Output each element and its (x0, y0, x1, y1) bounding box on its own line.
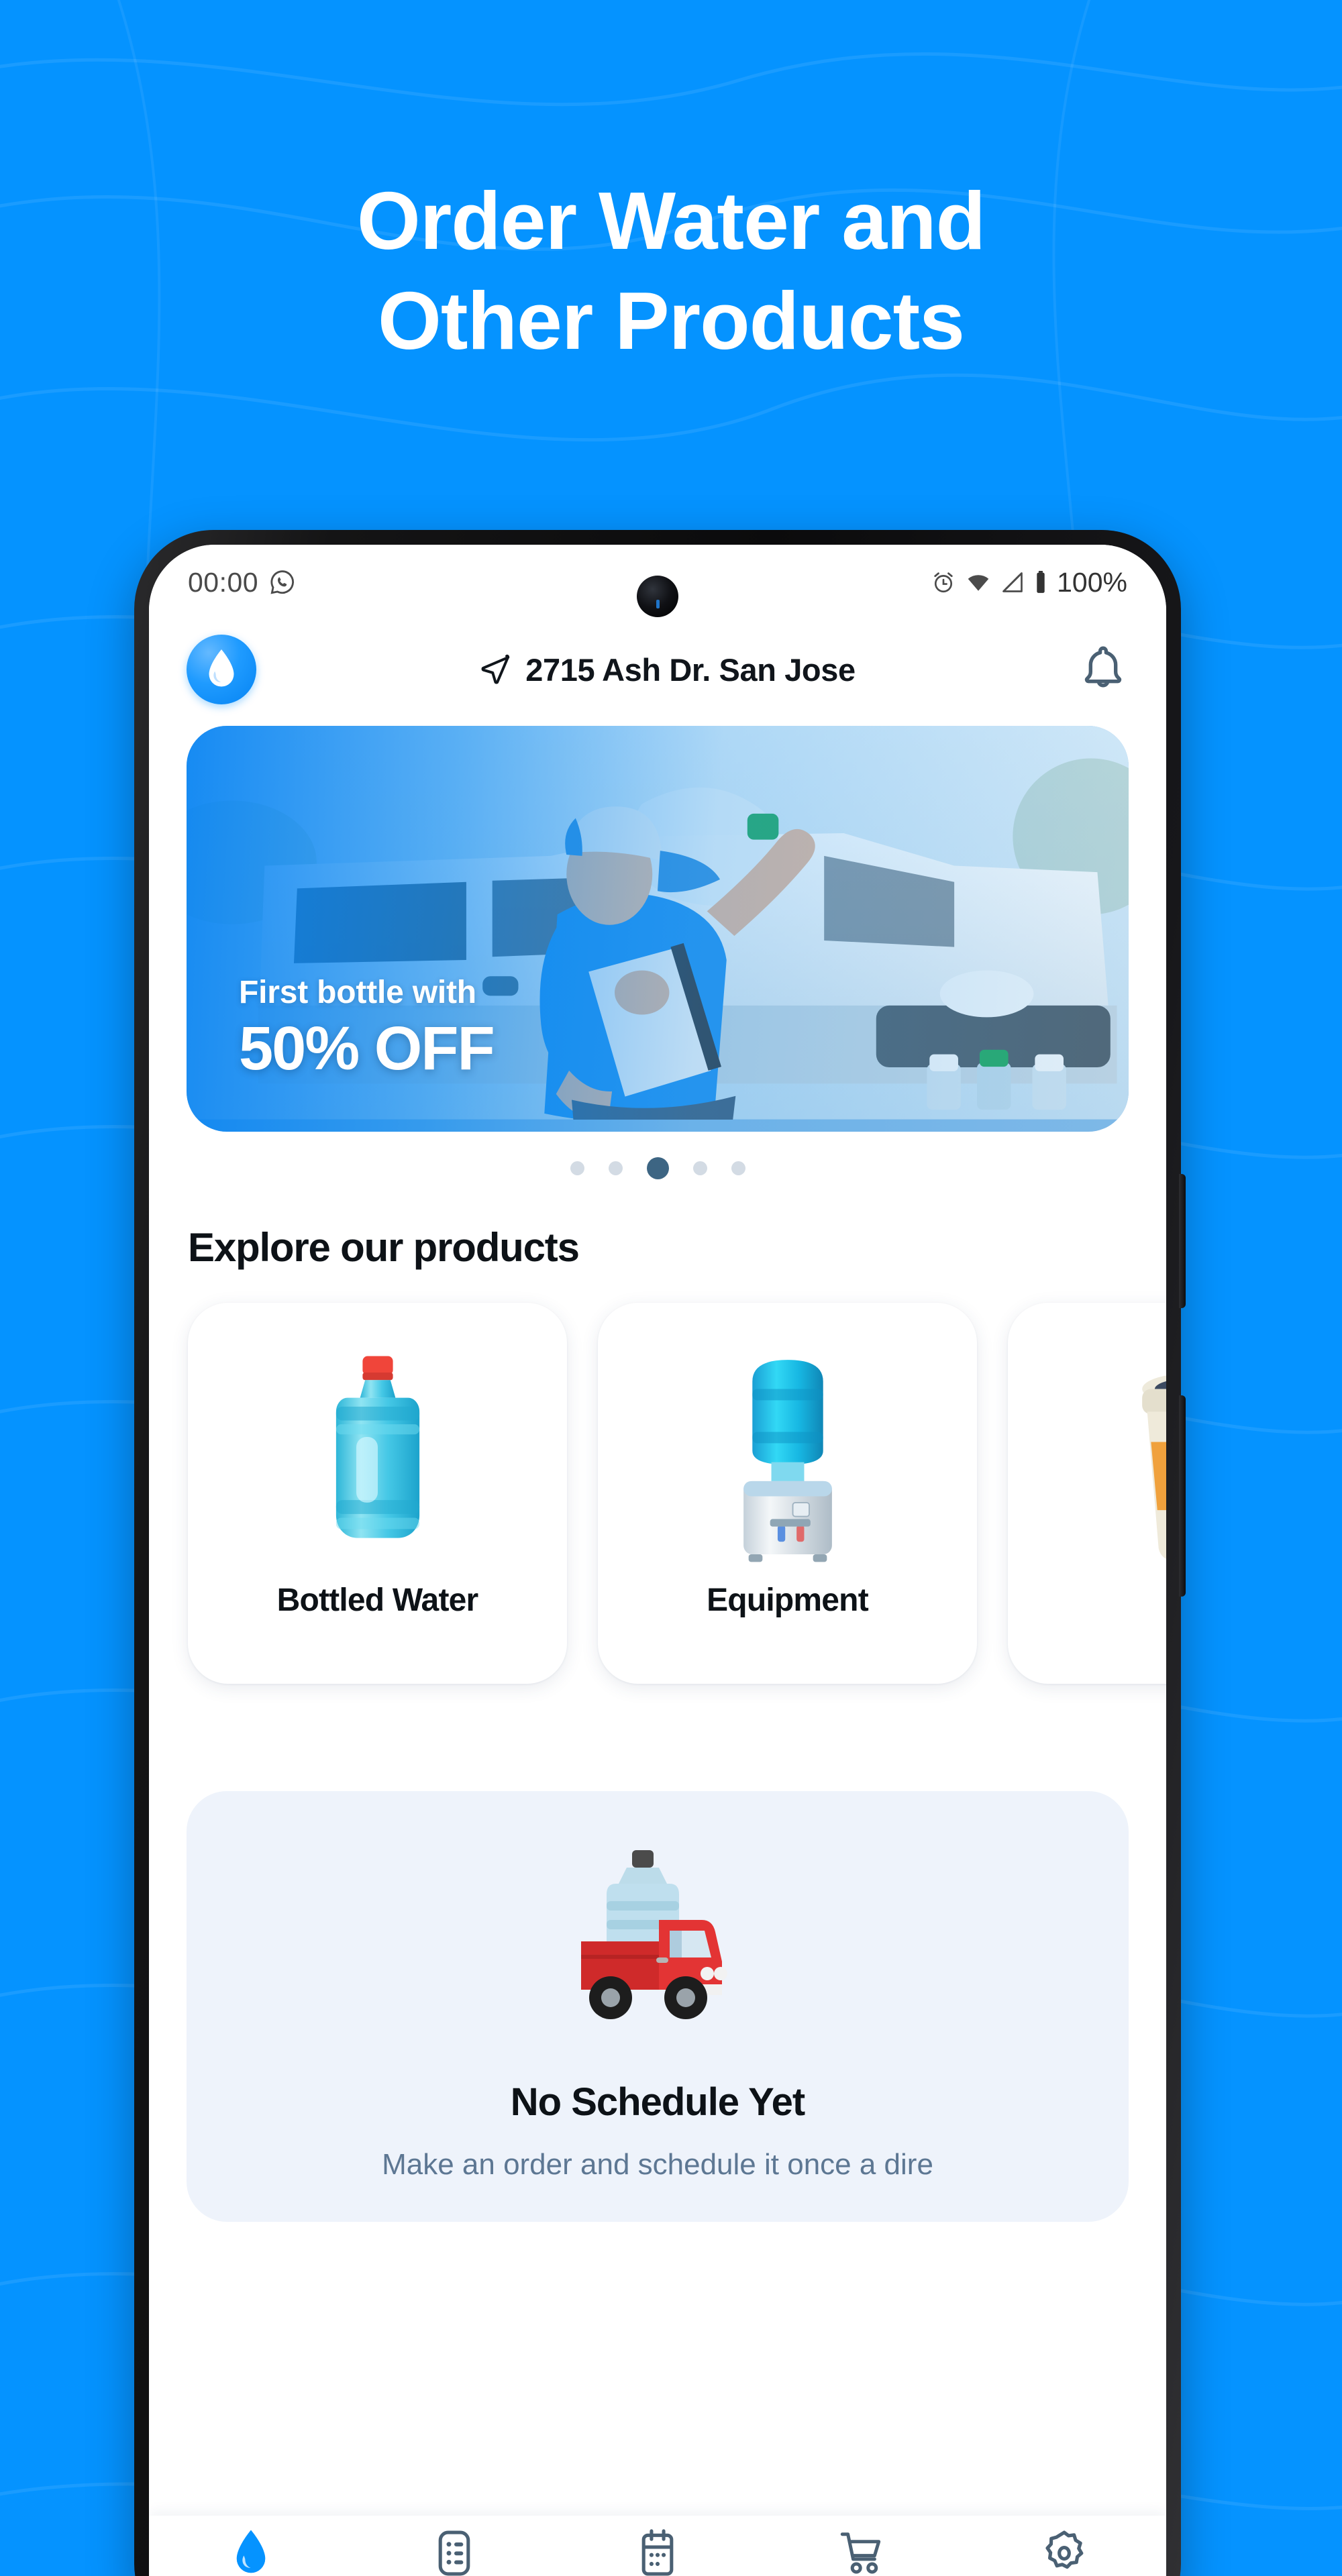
status-bar-left: 00:00 (188, 567, 296, 598)
banner-copy: First bottle with 50% OFF (239, 974, 495, 1083)
phone-device-frame: 00:00 100% 2715 Ash Dr. San Jose First b… (134, 530, 1186, 2576)
bottom-navigation-bar[interactable]: Explore Orders (149, 2516, 1166, 2576)
whatsapp-icon (270, 570, 295, 594)
status-bar-right: 100% (931, 567, 1127, 598)
product-label: Equipment (707, 1582, 869, 1618)
water-drop-logo-icon (209, 649, 234, 687)
product-card-drinks[interactable]: D (1008, 1303, 1166, 1684)
promo-banner-carousel[interactable]: First bottle with 50% OFF (187, 726, 1129, 1132)
promo-headline: Order Water and Other Products (0, 171, 1342, 371)
carousel-dot[interactable] (608, 1161, 623, 1175)
nav-item-cart[interactable]: Cart (760, 2528, 963, 2576)
products-section-title: Explore our products (188, 1225, 580, 1270)
promo-background: Order Water and Other Products 00:00 100… (0, 0, 1342, 2576)
navigation-arrow-icon (481, 654, 510, 684)
product-label: Bottled Water (276, 1582, 479, 1618)
water-dispenser-icon (743, 1360, 832, 1562)
carousel-dot[interactable] (692, 1161, 707, 1175)
coffee-cup-icon (1141, 1375, 1166, 1560)
delivery-address-selector[interactable]: 2715 Ash Dr. San Jose (271, 651, 1063, 688)
wifi-icon (968, 575, 989, 591)
nav-item-schedule[interactable]: Schedule (556, 2528, 759, 2576)
carousel-dot[interactable] (731, 1161, 745, 1175)
battery-icon (1037, 571, 1045, 593)
product-art (1008, 1338, 1166, 1579)
status-time: 00:00 (188, 566, 259, 598)
signal-icon (1002, 572, 1023, 592)
product-categories-row[interactable]: Bottled Water Equipment (149, 1271, 1166, 1684)
nav-item-settings[interactable]: Settings (963, 2528, 1166, 2576)
delivery-address-text: 2715 Ash Dr. San Jose (525, 651, 856, 688)
carousel-dot-active[interactable] (646, 1157, 669, 1179)
product-card-equipment[interactable]: Equipment (598, 1303, 977, 1684)
product-art (188, 1338, 567, 1579)
water-drop-icon (236, 2530, 265, 2573)
banner-subtitle: First bottle with (239, 975, 476, 1010)
nav-item-orders[interactable]: Orders (352, 2528, 556, 2576)
carousel-dot[interactable] (570, 1161, 584, 1175)
nav-item-explore[interactable]: Explore (149, 2528, 352, 2576)
empty-state-title: No Schedule Yet (510, 2080, 805, 2124)
app-logo[interactable] (187, 635, 256, 704)
battery-percentage: 100% (1057, 566, 1127, 598)
carousel-dots[interactable] (149, 1156, 1166, 1180)
list-icon (438, 2530, 470, 2576)
shopping-cart-icon (840, 2532, 881, 2574)
headline-line-1: Order Water and (356, 175, 986, 266)
gear-icon (1045, 2530, 1084, 2569)
front-camera-punch-hole (637, 576, 678, 617)
headline-line-2: Other Products (377, 274, 965, 366)
banner-title: 50% OFF (239, 1014, 495, 1083)
phone-screen: 00:00 100% 2715 Ash Dr. San Jose First b… (149, 545, 1166, 2576)
notification-button[interactable] (1078, 643, 1129, 697)
water-bottle-icon (336, 1356, 419, 1538)
calendar-icon (641, 2529, 674, 2576)
product-card-bottled-water[interactable]: Bottled Water (188, 1303, 567, 1684)
app-header: 2715 Ash Dr. San Jose (149, 620, 1166, 716)
delivery-truck-with-water-bottle-icon (581, 1850, 727, 2019)
bell-icon (1084, 646, 1122, 687)
alarm-icon (934, 572, 953, 593)
volume-button[interactable] (1179, 1395, 1186, 1597)
schedule-empty-state: No Schedule Yet Make an order and schedu… (187, 1791, 1129, 2222)
empty-state-art (213, 1842, 1102, 2037)
product-art (598, 1338, 977, 1579)
empty-state-subtitle: Make an order and schedule it once a dir… (382, 2148, 933, 2181)
power-button[interactable] (1179, 1174, 1186, 1308)
